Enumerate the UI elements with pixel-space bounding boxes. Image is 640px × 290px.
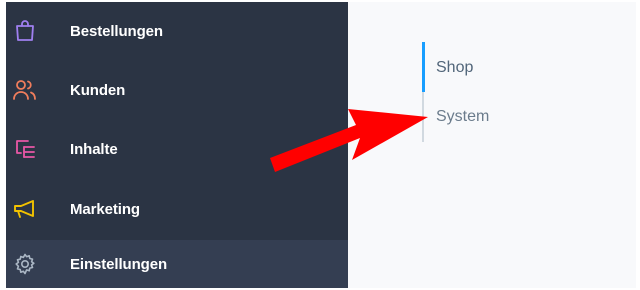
- settings-subnav: Shop System: [422, 42, 602, 142]
- sidebar-item-marketing[interactable]: Marketing: [6, 180, 348, 238]
- subnav-item-system[interactable]: System: [436, 108, 489, 126]
- sidebar-item-label: Bestellungen: [70, 22, 163, 40]
- subnav-active-indicator: [422, 42, 425, 92]
- sidebar-item-label: Marketing: [70, 200, 140, 218]
- sidebar-item-einstellungen[interactable]: Einstellungen: [6, 240, 348, 288]
- megaphone-icon: [12, 196, 38, 222]
- sidebar-item-label: Einstellungen: [70, 255, 168, 273]
- sidebar-item-inhalte[interactable]: Inhalte: [6, 120, 348, 178]
- users-icon: [12, 77, 38, 103]
- screenshot-frame: Bestellungen Kunden Inhalte Marketing Ei…: [0, 0, 640, 290]
- content-icon: [12, 136, 38, 162]
- gear-icon: [12, 251, 38, 277]
- sidebar-item-label: Inhalte: [70, 140, 118, 158]
- sidebar-item-label: Kunden: [70, 81, 126, 99]
- sidebar-item-kunden[interactable]: Kunden: [6, 61, 348, 119]
- admin-sidebar: Bestellungen Kunden Inhalte Marketing Ei…: [6, 2, 348, 288]
- sidebar-item-bestellungen[interactable]: Bestellungen: [6, 2, 348, 60]
- subnav-item-shop[interactable]: Shop: [436, 59, 473, 77]
- shopping-bag-icon: [12, 18, 38, 44]
